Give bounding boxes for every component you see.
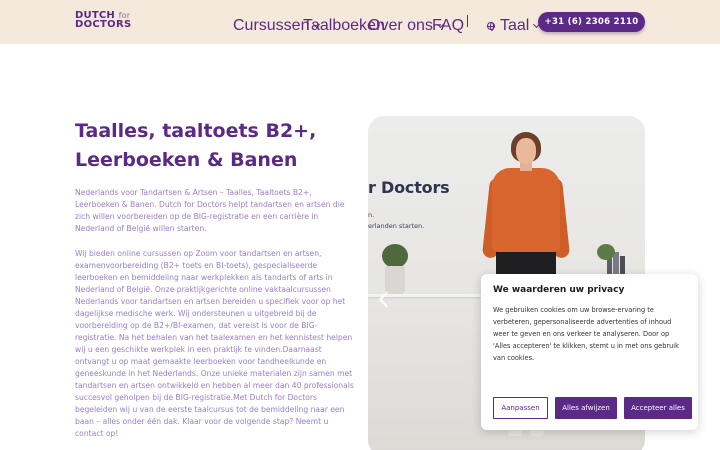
plant-icon (597, 244, 615, 260)
logo-line2: DOCTORS (75, 19, 132, 30)
plant-pot (385, 266, 405, 294)
nav-cursussen-label: Cursussen (233, 17, 310, 34)
phone-button[interactable]: +31 (6) 2306 2110 (538, 12, 645, 32)
customize-button[interactable]: Aanpassen (493, 397, 548, 419)
language-label: Taal (500, 17, 530, 34)
cookie-buttons: Aanpassen Alles afwijzen Accepteer alles (493, 397, 692, 419)
plant-icon (382, 244, 408, 268)
intro-paragraph: Nederlands voor Tandartsen & Artsen – Ta… (75, 188, 345, 233)
nav-over-ons-label: Over ons (368, 17, 433, 34)
reject-all-button[interactable]: Alles afwijzen (555, 397, 617, 419)
nav-divider (467, 15, 468, 27)
dutch-for-doctors-logo[interactable]: DUTCH for DOCTORS (75, 11, 145, 30)
cookie-consent-banner: We waarderen uw privacy We gebruiken coo… (481, 274, 698, 430)
wall-sign-sub2: erlanden starten. (368, 222, 425, 230)
wall-sign-text: r Doctors (368, 178, 450, 197)
nav-faq[interactable]: FAQ (432, 17, 464, 35)
site-header: DUTCH for DOCTORS Cursussen Taalboeken O… (0, 0, 720, 44)
nav-faq-label: FAQ (432, 17, 465, 34)
person-face (516, 138, 536, 164)
globe-icon (487, 22, 495, 31)
cookie-text: We gebruiken cookies om uw browse-ervari… (493, 306, 679, 362)
accept-all-button[interactable]: Accepteer alles (624, 397, 692, 419)
language-selector[interactable]: Taal (487, 17, 541, 35)
person-blouse (492, 168, 560, 252)
page-title: Taalles, taaltoets B2+, Leerboeken & Ban… (75, 120, 317, 171)
cookie-title: We waarderen uw privacy (493, 285, 625, 295)
wall-sign-sub1: n. (368, 211, 375, 219)
description-paragraph: Wij bieden online cursussen op Zoom voor… (75, 249, 354, 438)
